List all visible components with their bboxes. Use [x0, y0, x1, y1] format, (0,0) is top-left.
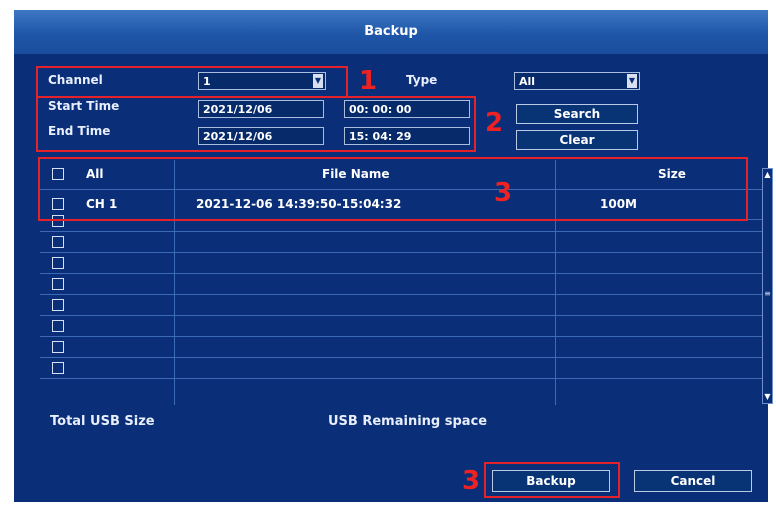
type-select-value: All [519, 75, 536, 88]
row-checkbox[interactable] [52, 320, 64, 332]
empty-table-row[interactable] [40, 337, 770, 358]
dialog-title: Backup [364, 24, 418, 39]
empty-table-row[interactable] [40, 253, 770, 274]
type-select[interactable]: All ▼ [514, 72, 640, 90]
type-label: Type [406, 73, 438, 87]
annotation-number-1: 1 [359, 66, 378, 96]
cancel-button[interactable]: Cancel [634, 470, 752, 492]
annotation-box-3 [38, 157, 748, 221]
empty-table-row[interactable] [40, 316, 770, 337]
search-button[interactable]: Search [516, 104, 638, 124]
annotation-box-1 [36, 66, 348, 98]
empty-table-row[interactable] [40, 358, 770, 379]
row-checkbox[interactable] [52, 278, 64, 290]
row-checkbox[interactable] [52, 236, 64, 248]
annotation-number-3: 3 [494, 178, 513, 208]
usb-remaining-space-label: USB Remaining space [328, 414, 488, 429]
dropdown-arrow-icon[interactable]: ▼ [627, 74, 637, 88]
row-checkbox[interactable] [52, 257, 64, 269]
annotation-box-4 [484, 462, 620, 498]
row-checkbox[interactable] [52, 362, 64, 374]
table-scrollbar[interactable]: ▲ ≡ ▼ [762, 168, 773, 404]
annotation-box-2 [36, 96, 476, 152]
scroll-thumb[interactable]: ≡ [764, 289, 771, 299]
scroll-down-icon[interactable]: ▼ [763, 391, 772, 403]
backup-dialog: Backup Channel 1 ▼ Type All ▼ Start Time… [14, 10, 773, 502]
clear-button[interactable]: Clear [516, 130, 638, 150]
row-checkbox[interactable] [52, 341, 64, 353]
annotation-number-2: 2 [485, 108, 504, 138]
empty-table-row[interactable] [40, 295, 770, 316]
total-usb-size-label: Total USB Size [50, 414, 155, 429]
scroll-up-icon[interactable]: ▲ [763, 169, 772, 181]
title-bar: Backup [14, 10, 768, 54]
row-checkbox[interactable] [52, 299, 64, 311]
empty-table-row[interactable] [40, 274, 770, 295]
empty-table-row[interactable] [40, 232, 770, 253]
annotation-number-4: 3 [462, 466, 481, 496]
